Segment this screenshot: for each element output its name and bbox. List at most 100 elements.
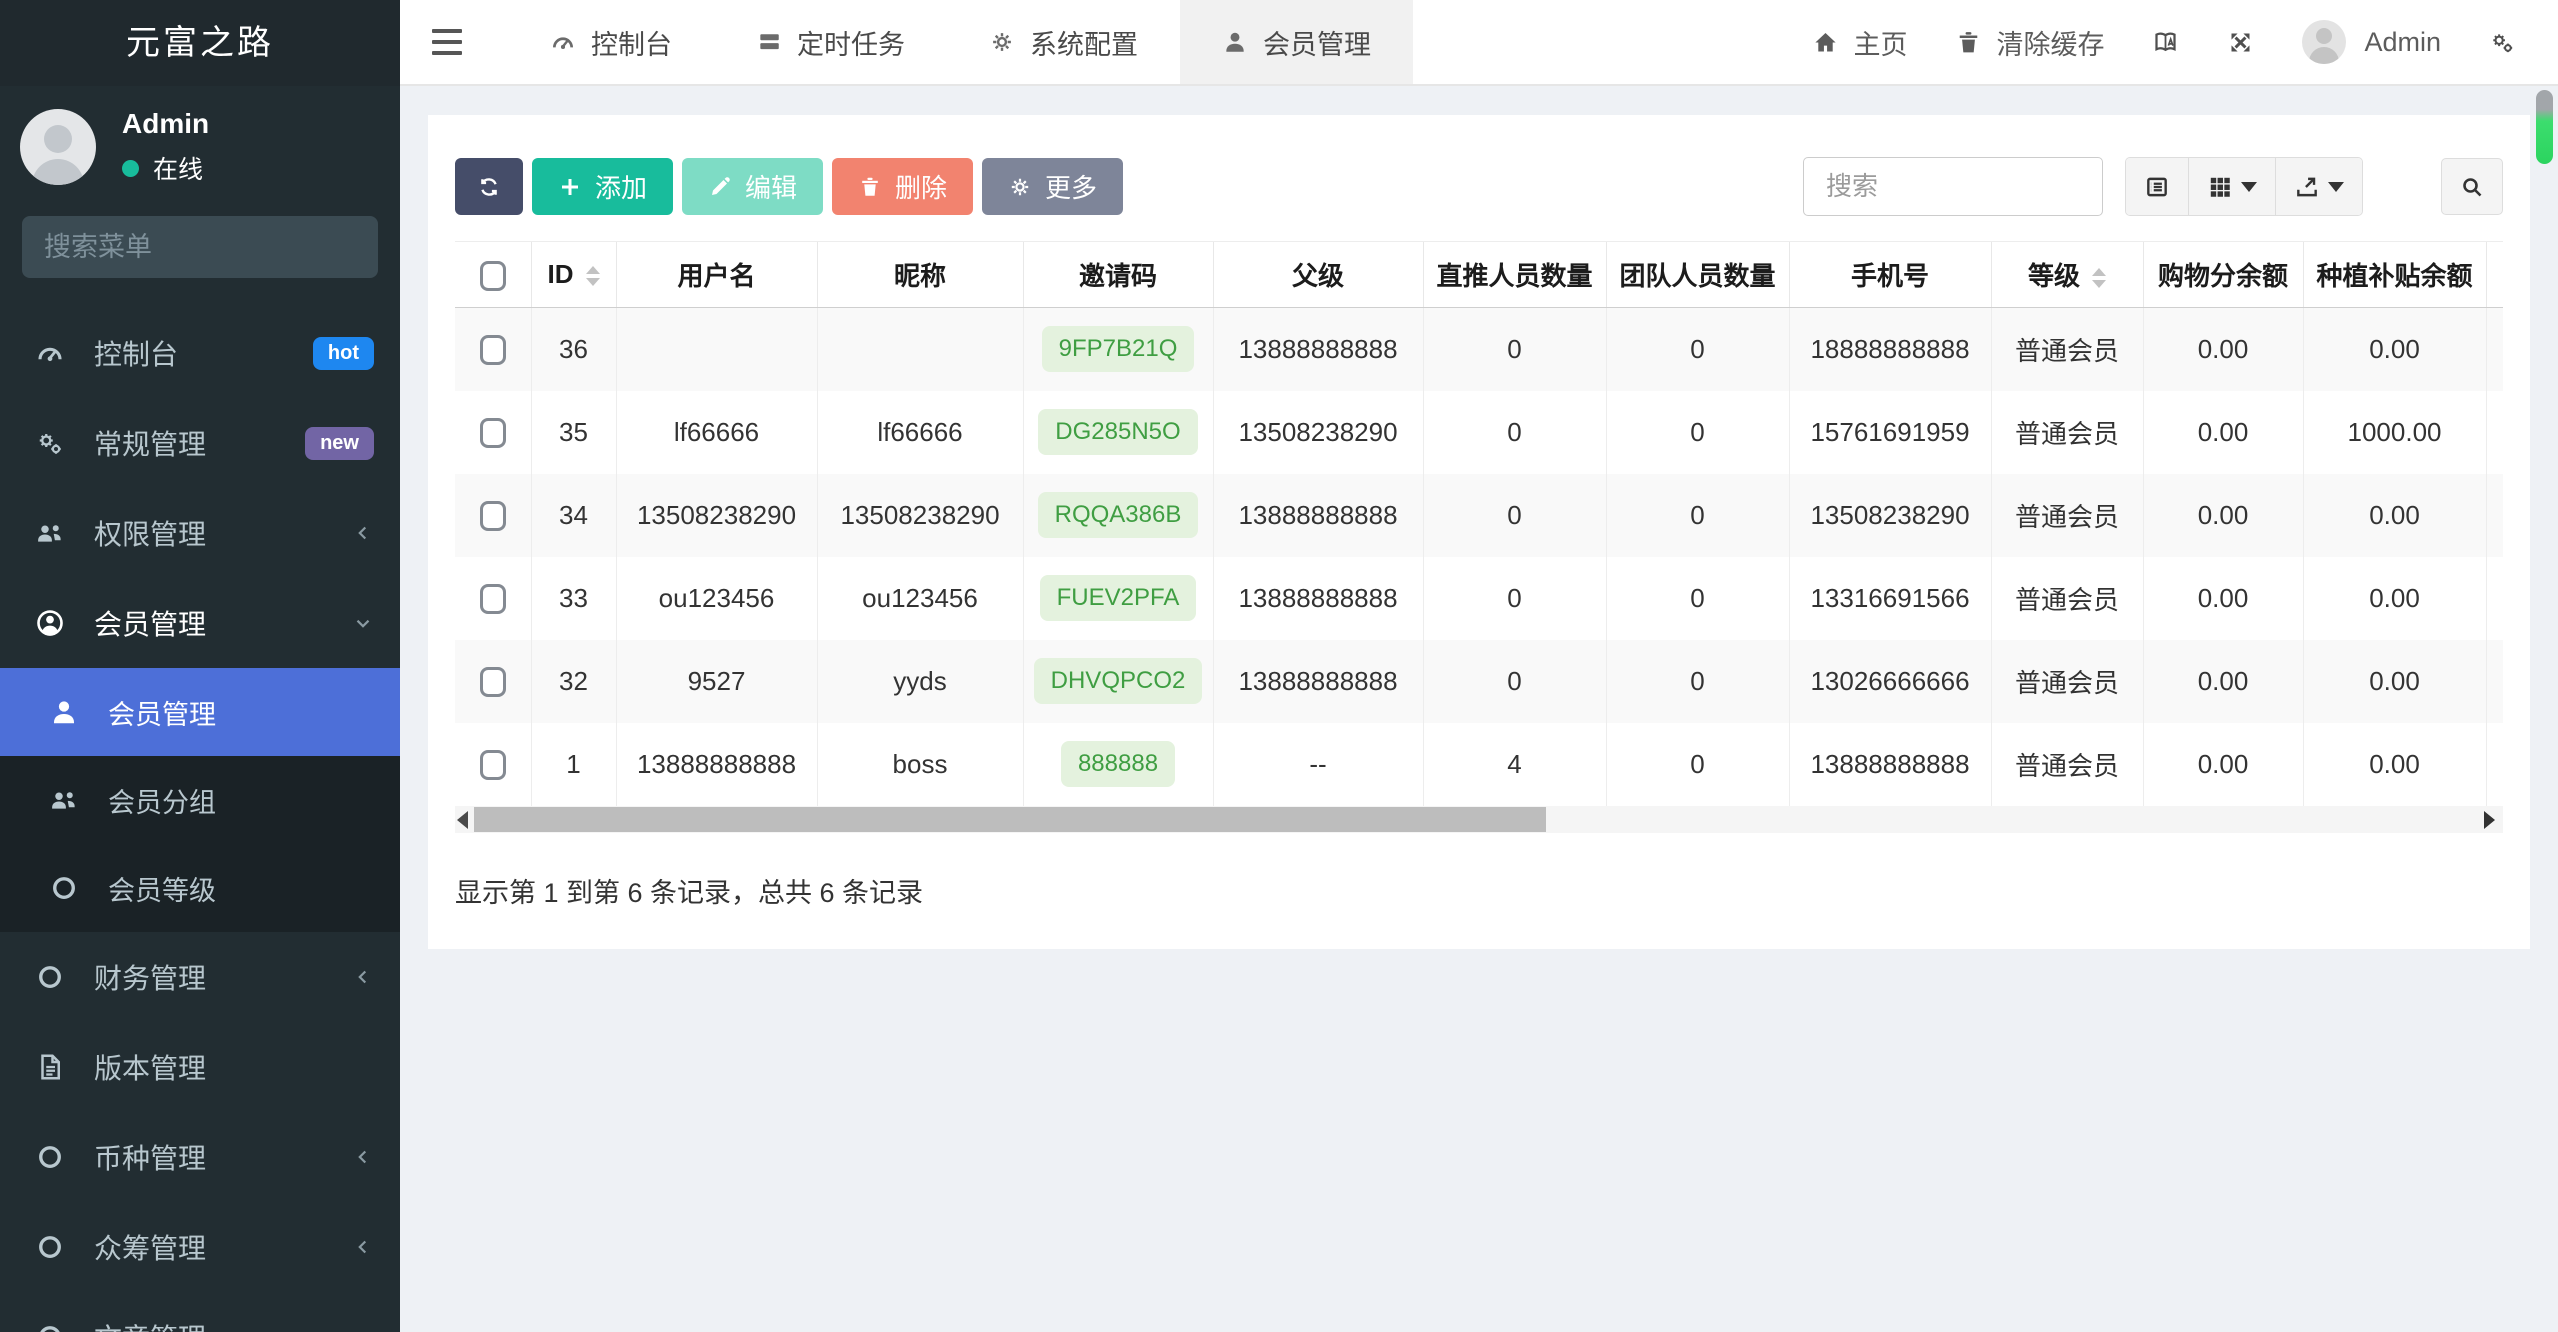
- settings-gears-button[interactable]: [2489, 29, 2516, 56]
- cell-phone: 13316691566: [1788, 556, 1991, 640]
- trash-icon: [1955, 29, 1982, 56]
- column-header-level[interactable]: 等级: [1990, 241, 2143, 308]
- sidebar-item-version[interactable]: 版本管理: [0, 1022, 400, 1112]
- cell-value: 13888888888: [1238, 333, 1398, 364]
- tab-crontab[interactable]: 定时任务: [714, 0, 947, 84]
- sidebar-toggle-button[interactable]: [412, 0, 482, 84]
- sidebar-item-dashboard[interactable]: 控制台 hot: [0, 308, 400, 398]
- column-header-direct: 直推人员数量: [1422, 241, 1606, 308]
- search-button[interactable]: [2441, 158, 2503, 215]
- sidebar-item-currency[interactable]: 币种管理: [0, 1112, 400, 1202]
- row-checkbox[interactable]: [479, 335, 506, 366]
- cell-parent: 13888888888: [1212, 639, 1423, 723]
- vertical-scrollbar-thumb[interactable]: [2536, 90, 2553, 164]
- table-row[interactable]: 34 13508238290 13508238290 RQQA386B 13888888…: [455, 473, 2503, 557]
- user-avatar: [2302, 20, 2347, 64]
- cell-value: boss: [892, 748, 948, 779]
- table-search-input[interactable]: [1803, 157, 2103, 216]
- language-icon-button[interactable]: [2152, 29, 2179, 56]
- sort-carets-icon[interactable]: [2092, 268, 2106, 289]
- tab-label: 会员管理: [1263, 29, 1371, 60]
- add-label: 添加: [595, 173, 648, 203]
- submenu-item-member-list[interactable]: 会员管理: [0, 668, 400, 756]
- app-logo[interactable]: 元富之路: [0, 0, 400, 86]
- cell-value: 4: [1507, 748, 1522, 779]
- row-checkbox[interactable]: [479, 667, 506, 698]
- cell-username: lf66666: [615, 390, 817, 474]
- cell-value: 0: [1507, 582, 1522, 613]
- user-panel: Admin 在线: [0, 86, 400, 196]
- table-row[interactable]: 33 ou123456 ou123456 FUEV2PFA 13888888888 0 0 1…: [455, 556, 2503, 640]
- cell-value: 13888888888: [1238, 499, 1398, 530]
- chevron-left-icon: [352, 1146, 374, 1168]
- fullscreen-button[interactable]: [2227, 29, 2254, 56]
- cell-direct: 0: [1422, 556, 1606, 640]
- cell-id: 32: [530, 639, 616, 723]
- cell-team: 0: [1605, 722, 1789, 806]
- sidebar-item-finance[interactable]: 财务管理: [0, 932, 400, 1022]
- cell-team: 0: [1605, 556, 1789, 640]
- cell-value: --: [1309, 748, 1327, 779]
- table-row[interactable]: 32 9527 yyds DHVQPCO2 13888888888 0 0 130266666…: [455, 639, 2503, 723]
- column-label: 等级: [2027, 261, 2080, 291]
- submenu-item-member-level[interactable]: 会员等级: [0, 844, 400, 932]
- cell-value: 0.00: [2197, 582, 2249, 613]
- tab-label: 系统配置: [1030, 29, 1138, 60]
- cell-extra: [2485, 473, 2503, 557]
- row-checkbox[interactable]: [479, 750, 506, 781]
- delete-button[interactable]: 删除: [832, 158, 974, 215]
- menu-item-label: 财务管理: [94, 963, 207, 994]
- detail-view-button[interactable]: [2126, 158, 2189, 215]
- horizontal-scrollbar-thumb[interactable]: [474, 806, 1546, 832]
- table-row[interactable]: 1 13888888888 boss 888888 -- 4 0 13888888888 普通会…: [455, 722, 2503, 806]
- tab-label: 控制台: [591, 29, 672, 60]
- edit-button[interactable]: 编辑: [682, 158, 824, 215]
- refresh-button[interactable]: [455, 158, 523, 215]
- column-header-phone: 手机号: [1788, 241, 1991, 308]
- table-row[interactable]: 36 9FP7B21Q 13888888888 0 0 18888888888 普通会员 0.…: [455, 307, 2503, 391]
- row-checkbox[interactable]: [479, 584, 506, 615]
- tab-dashboard[interactable]: 控制台: [508, 0, 714, 84]
- sidebar-item-crowdfund[interactable]: 众筹管理: [0, 1202, 400, 1292]
- menu-item-label: 会员等级: [108, 875, 216, 906]
- user-menu[interactable]: Admin: [2302, 20, 2441, 64]
- add-button[interactable]: 添加: [532, 158, 674, 215]
- select-all-checkbox[interactable]: [479, 260, 506, 291]
- menu-item-label: 权限管理: [94, 519, 207, 550]
- sidebar-item-article[interactable]: 文章管理: [0, 1292, 400, 1332]
- scroll-left-arrow[interactable]: [457, 810, 468, 829]
- clear-cache-button[interactable]: 清除缓存: [1955, 23, 2104, 62]
- trash-icon: [858, 175, 882, 199]
- column-header-team: 团队人员数量: [1605, 241, 1789, 308]
- table-view-button-group: [2125, 157, 2363, 216]
- home-link[interactable]: 主页: [1812, 23, 1907, 62]
- columns-button[interactable]: [2189, 158, 2276, 215]
- more-button[interactable]: 更多: [982, 158, 1124, 215]
- tab-member[interactable]: 会员管理: [1180, 0, 1413, 84]
- tab-config[interactable]: 系统配置: [947, 0, 1180, 84]
- cell-value: 0.00: [2197, 665, 2249, 696]
- menu-item-label: 常规管理: [94, 429, 207, 460]
- cell-value: 0.00: [2369, 665, 2420, 696]
- cell-value: 普通会员: [2014, 501, 2119, 532]
- scroll-right-arrow[interactable]: [2484, 810, 2495, 829]
- export-button[interactable]: [2276, 158, 2362, 215]
- sidebar-item-auth[interactable]: 权限管理: [0, 488, 400, 578]
- submenu-item-member-group[interactable]: 会员分组: [0, 756, 400, 844]
- table-row[interactable]: 35 lf66666 lf66666 DG285N5O 13508238290 0 0 157…: [455, 390, 2503, 474]
- cell-planting: 0.00: [2302, 473, 2486, 557]
- cell-username: ou123456: [615, 556, 817, 640]
- badge-new: new: [305, 426, 374, 460]
- sidebar-item-general[interactable]: 常规管理 new: [0, 398, 400, 488]
- row-checkbox[interactable]: [479, 418, 506, 449]
- cell-value: 0.00: [2369, 748, 2420, 779]
- menu-search-input[interactable]: [44, 231, 398, 263]
- column-header-id[interactable]: ID: [530, 241, 616, 308]
- sort-carets-icon[interactable]: [585, 266, 600, 287]
- sidebar-item-member[interactable]: 会员管理: [0, 578, 400, 668]
- horizontal-scrollbar[interactable]: [455, 805, 2503, 833]
- search-icon[interactable]: [398, 234, 400, 260]
- row-checkbox[interactable]: [479, 501, 506, 532]
- cell-username: 13508238290: [615, 473, 817, 557]
- cell-value: 9527: [687, 665, 746, 696]
